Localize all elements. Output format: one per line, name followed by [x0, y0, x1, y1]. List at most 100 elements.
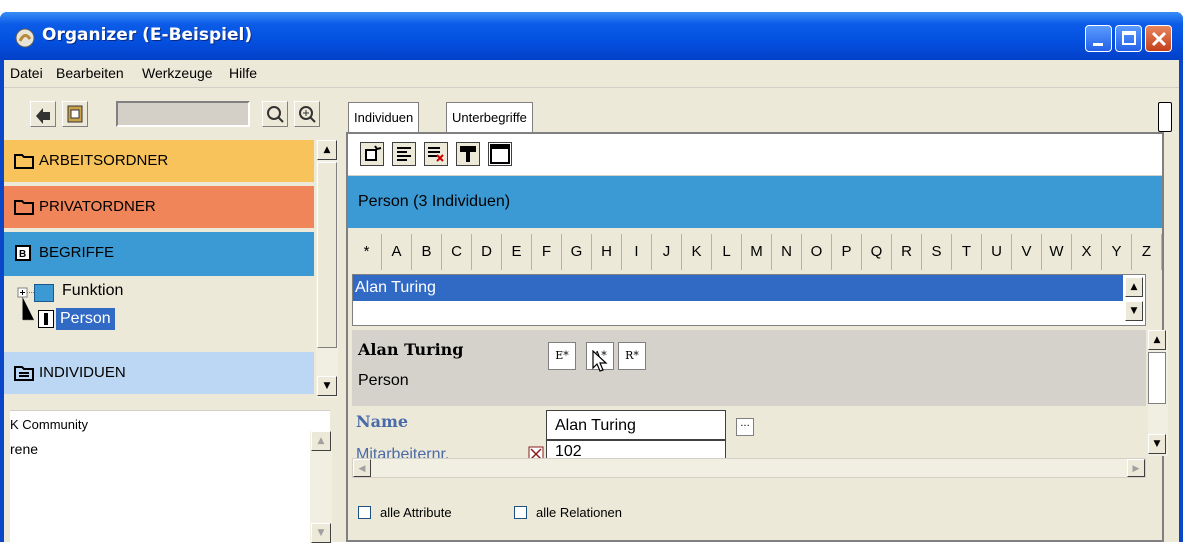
close-button[interactable]	[1145, 25, 1172, 52]
folder-label: INDIVIDUEN	[39, 364, 126, 381]
filter-button[interactable]	[424, 142, 448, 166]
all-attributes-checkbox[interactable]	[358, 506, 371, 519]
new-item-icon	[365, 145, 382, 161]
mitarbeiternr-field[interactable]: 102	[546, 440, 726, 460]
alphabet-letter-s[interactable]: S	[922, 234, 952, 270]
folder-scrollbar[interactable]: ▲ ▼	[316, 140, 338, 398]
title-bar[interactable]: Organizer (E-Beispiel)	[0, 12, 1183, 60]
maximize-button[interactable]	[1115, 25, 1142, 52]
scroll-down-button[interactable]: ▼	[1148, 434, 1166, 454]
client-area: Datei Bearbeiten Werkzeuge Hilfe ARBEITS…	[4, 60, 1179, 543]
detail-vertical-scrollbar[interactable]: ▲ ▼	[1148, 330, 1168, 456]
alphabet-letter-b[interactable]: B	[412, 234, 442, 270]
alphabet-letter-t[interactable]: T	[952, 234, 982, 270]
community-user[interactable]: rene	[10, 441, 38, 457]
folder-begriffe[interactable]: B BEGRIFFE	[4, 232, 314, 276]
minimize-button[interactable]	[1085, 25, 1112, 52]
scroll-thumb[interactable]	[317, 162, 337, 348]
menu-bearbeiten[interactable]: Bearbeiten	[56, 65, 124, 81]
edit-entity-button[interactable]: E*	[548, 342, 576, 370]
alphabet-letter-g[interactable]: G	[562, 234, 592, 270]
search-button[interactable]	[262, 101, 288, 127]
menu-datei[interactable]: Datei	[10, 65, 43, 81]
scroll-down-button[interactable]: ▼	[317, 376, 337, 396]
window-title: Organizer (E-Beispiel)	[42, 25, 253, 45]
svg-text:B: B	[19, 249, 26, 260]
menu-werkzeuge[interactable]: Werkzeuge	[142, 65, 213, 81]
alphabet-letter-m[interactable]: M	[742, 234, 772, 270]
alphabet-letter-e[interactable]: E	[502, 234, 532, 270]
scroll-thumb[interactable]	[1148, 352, 1166, 404]
scroll-up-button[interactable]: ▲	[1125, 277, 1143, 297]
alphabet-letter-n[interactable]: N	[772, 234, 802, 270]
alphabet-letter-d[interactable]: D	[472, 234, 502, 270]
scroll-up-button[interactable]: ▲	[1148, 330, 1166, 350]
clipboard-icon	[67, 105, 83, 123]
concept-node-icon	[34, 284, 54, 302]
list-scrollbar[interactable]: ▲ ▼	[1125, 275, 1145, 325]
alphabet-letter-f[interactable]: F	[532, 234, 562, 270]
alphabet-letter-q[interactable]: Q	[862, 234, 892, 270]
alphabet-letter-a[interactable]: A	[382, 234, 412, 270]
individuals-list[interactable]: Alan Turing ▲ ▼	[352, 274, 1146, 326]
application-window: Organizer (E-Beispiel) Datei Bearbeiten …	[0, 12, 1183, 543]
navigate-back-button[interactable]	[30, 101, 56, 127]
advanced-search-button[interactable]	[294, 101, 320, 127]
hierarchy-icon	[460, 146, 476, 162]
scroll-right-button[interactable]: ▶	[1127, 459, 1145, 477]
scroll-up-button[interactable]: ▲	[311, 431, 331, 451]
alphabet-letter-i[interactable]: I	[622, 234, 652, 270]
alphabet-letter-o[interactable]: O	[802, 234, 832, 270]
concept-tree: Funktion Person	[4, 276, 314, 346]
scroll-left-button[interactable]: ◀	[353, 459, 371, 477]
app-logo-icon	[15, 28, 35, 48]
tree-item-person[interactable]: Person	[56, 308, 115, 330]
class-header: Person (3 Individuen)	[348, 176, 1162, 228]
alphabet-letter-v[interactable]: V	[1012, 234, 1042, 270]
folder-icon	[14, 154, 34, 169]
close-icon	[1151, 31, 1167, 47]
tab-unterbegriffe[interactable]: Unterbegriffe	[446, 102, 533, 132]
name-field[interactable]: Alan Turing	[546, 410, 726, 440]
alphabet-letter-h[interactable]: H	[592, 234, 622, 270]
alphabet-letter-z[interactable]: Z	[1132, 234, 1162, 270]
window-button[interactable]	[488, 142, 512, 166]
scroll-up-button[interactable]: ▲	[317, 140, 337, 160]
hierarchy-button[interactable]	[456, 142, 480, 166]
community-scrollbar[interactable]: ▲ ▼	[310, 431, 332, 543]
individual-detail: Alan Turing Person E* A* R* Name Alan Tu…	[352, 330, 1168, 480]
field-label-name: Name	[356, 412, 409, 431]
minimize-icon	[1093, 43, 1103, 46]
tab-individuen[interactable]: Individuen	[348, 102, 420, 132]
detail-horizontal-scrollbar[interactable]: ◀ ▶	[352, 458, 1146, 478]
alphabet-letter-l[interactable]: L	[712, 234, 742, 270]
search-input[interactable]	[116, 101, 250, 127]
scroll-down-button[interactable]: ▼	[1125, 301, 1143, 321]
folder-privatordner[interactable]: PRIVATORDNER	[4, 186, 314, 228]
alphabet-letter-c[interactable]: C	[442, 234, 472, 270]
alphabet-letter-x[interactable]: X	[1072, 234, 1102, 270]
alphabet-letter-k[interactable]: K	[682, 234, 712, 270]
new-individual-button[interactable]	[360, 142, 384, 166]
alphabet-letter-u[interactable]: U	[982, 234, 1012, 270]
toolbar-button-2[interactable]	[62, 101, 88, 127]
menu-hilfe[interactable]: Hilfe	[229, 65, 257, 81]
edit-relations-button[interactable]: R*	[618, 342, 646, 370]
alphabet-letter-p[interactable]: P	[832, 234, 862, 270]
scroll-down-button[interactable]: ▼	[311, 523, 331, 543]
list-item-selected[interactable]: Alan Turing	[353, 275, 1123, 301]
panel-toolbar	[348, 134, 1162, 176]
alphabet-letter-r[interactable]: R	[892, 234, 922, 270]
tree-item-funktion[interactable]: Funktion	[62, 282, 123, 300]
alphabet-letter-j[interactable]: J	[652, 234, 682, 270]
alphabet-letter-all[interactable]: *	[352, 234, 382, 270]
magnifier-plus-icon	[299, 106, 316, 123]
folder-individuen[interactable]: INDIVIDUEN	[4, 352, 314, 394]
tab-scroll-indicator	[1158, 102, 1172, 132]
all-relations-checkbox[interactable]	[514, 506, 527, 519]
alphabet-letter-y[interactable]: Y	[1102, 234, 1132, 270]
name-edit-button[interactable]: ...	[736, 418, 754, 436]
list-view-button[interactable]	[392, 142, 416, 166]
folder-arbeitsordner[interactable]: ARBEITSORDNER	[4, 140, 314, 182]
alphabet-letter-w[interactable]: W	[1042, 234, 1072, 270]
